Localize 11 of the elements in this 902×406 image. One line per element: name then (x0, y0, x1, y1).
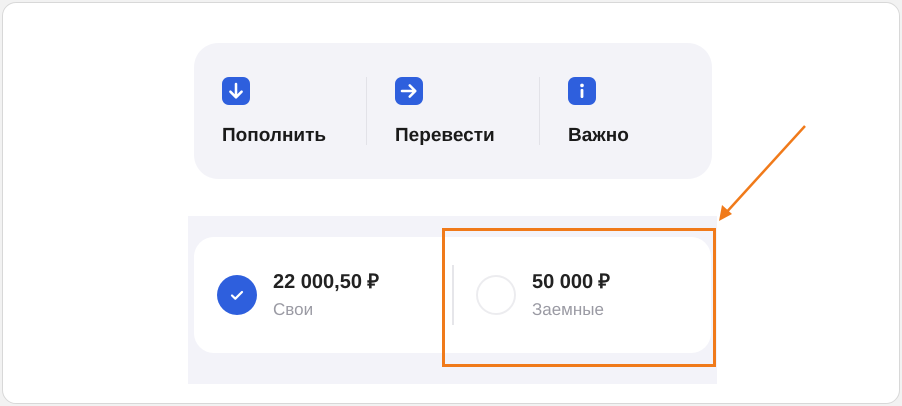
arrow-down-icon (222, 77, 250, 105)
arrow-right-icon (395, 77, 423, 105)
action-button[interactable]: Перевести (367, 77, 539, 145)
info-icon (568, 77, 596, 105)
account-amount: 50 000 ₽ (532, 272, 611, 292)
action-button[interactable]: Важно (540, 77, 712, 145)
account-label: Заемные (532, 301, 605, 318)
account-amount: 22 000,50 ₽ (273, 272, 380, 292)
checked-radio[interactable] (217, 275, 257, 315)
action-button[interactable]: Пополнить (194, 77, 366, 145)
account-label: Свои (273, 301, 314, 318)
